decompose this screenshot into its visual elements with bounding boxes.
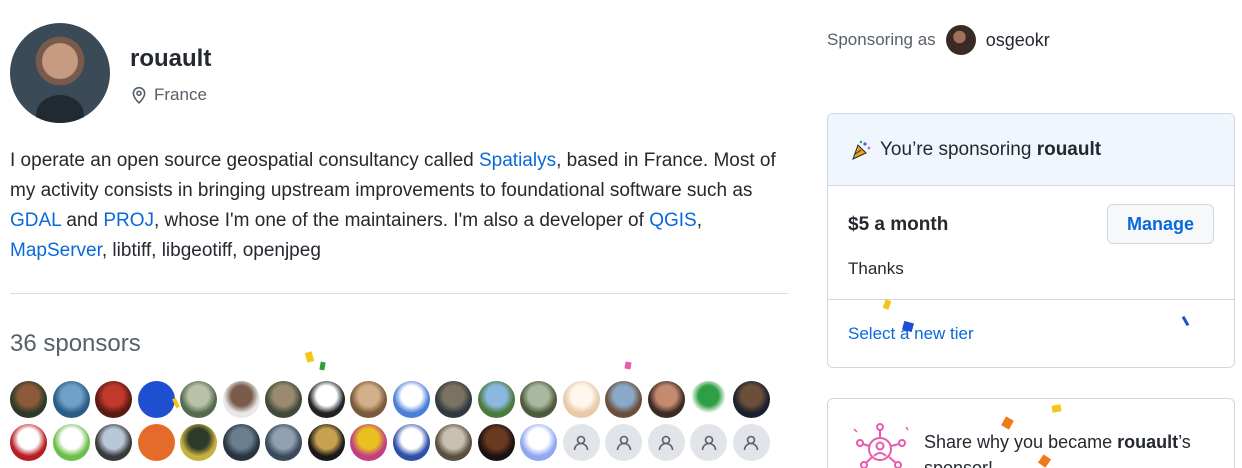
sponsor-avatar[interactable] (647, 381, 685, 418)
sponsor-avatar[interactable] (307, 424, 345, 461)
sponsor-avatar-placeholder[interactable] (605, 424, 642, 461)
sponsor-avatar[interactable] (477, 424, 515, 461)
link-mapserver[interactable]: MapServer (10, 240, 102, 261)
sponsor-avatar[interactable] (477, 381, 515, 418)
sponsor-avatar-placeholder[interactable] (732, 424, 770, 461)
current-sponsorship-card: You’re sponsoring rouault $5 a month Tha… (827, 113, 1235, 368)
tier-note: Thanks (848, 259, 904, 278)
sponsor-avatar[interactable] (435, 424, 472, 461)
sponsor-avatar[interactable] (307, 381, 345, 418)
tier-amount: $5 a month (848, 214, 949, 235)
sponsorship-card-title: You’re sponsoring rouault (880, 139, 1101, 161)
section-divider (10, 293, 788, 294)
sponsor-avatar[interactable] (222, 424, 260, 461)
person-icon (701, 435, 716, 450)
link-proj[interactable]: PROJ (103, 210, 154, 231)
sponsor-avatar[interactable] (137, 381, 175, 418)
sponsorship-card-header: You’re sponsoring rouault (828, 114, 1234, 186)
person-icon (743, 435, 759, 450)
link-qgis[interactable]: QGIS (649, 210, 697, 231)
confetti (624, 361, 632, 370)
sponsored-user: rouault (1036, 138, 1102, 160)
sponsor-avatar[interactable] (222, 381, 260, 418)
bio-text: , libtiff, libgeotiff, openjpeg (101, 240, 321, 261)
sponsor-avatar[interactable] (562, 381, 600, 418)
sponsor-avatar[interactable] (605, 381, 642, 418)
profile-location: France (130, 85, 207, 105)
confetti (319, 361, 326, 371)
sponsor-avatar[interactable] (265, 381, 302, 418)
bio-text: , whose I'm one of the maintainers. I'm … (154, 210, 650, 231)
sponsor-avatar[interactable] (392, 424, 430, 461)
share-prefix: Share why you became (924, 432, 1118, 452)
share-illustration-icon (853, 423, 909, 468)
sponsor-avatar[interactable] (350, 381, 387, 418)
person-icon (616, 435, 631, 450)
sponsor-avatar[interactable] (10, 424, 47, 461)
sponsor-avatar[interactable] (10, 381, 47, 418)
profile-avatar[interactable] (10, 23, 110, 123)
sponsor-avatar[interactable] (95, 381, 132, 418)
sponsor-avatar[interactable] (690, 381, 727, 418)
sponsor-avatar-placeholder[interactable] (562, 424, 600, 461)
sponsor-avatar[interactable] (265, 424, 302, 461)
bio-text: and (61, 210, 104, 231)
sponsoring-as-label: Sponsoring as (827, 30, 936, 49)
sponsor-avatar[interactable] (52, 424, 90, 461)
sponsors-count-heading: 36 sponsors (10, 330, 141, 357)
location-pin-icon (132, 86, 146, 104)
sponsoring-as-avatar[interactable] (945, 25, 976, 55)
person-icon (573, 435, 589, 450)
sponsor-avatar[interactable] (732, 381, 770, 418)
confetti (304, 351, 315, 363)
sponsor-avatar[interactable] (180, 381, 217, 418)
share-prompt: Share why you became rouault’s sponsor! (924, 429, 1214, 468)
profile-bio: I operate an open source geospatial cons… (10, 146, 790, 266)
sponsor-avatar[interactable] (520, 424, 557, 461)
sponsor-avatar[interactable] (137, 424, 175, 461)
manage-button[interactable]: Manage (1107, 204, 1214, 244)
sponsoring-as-username[interactable]: osgeokr (986, 30, 1050, 51)
sponsor-avatar-placeholder[interactable] (647, 424, 685, 461)
bio-text: , (696, 210, 702, 231)
sponsorship-prefix: You’re sponsoring (880, 138, 1037, 160)
sponsor-avatar[interactable] (350, 424, 387, 461)
person-icon (658, 435, 674, 450)
sponsors-avatar-grid (10, 381, 790, 461)
link-spatialys[interactable]: Spatialys (479, 150, 556, 171)
share-user: rouault (1117, 432, 1179, 452)
sponsoring-as: Sponsoring as osgeokr (827, 25, 1050, 55)
profile-username: rouault (130, 45, 212, 72)
sponsor-avatar[interactable] (520, 381, 557, 418)
sponsor-avatar[interactable] (95, 424, 132, 461)
party-popper-icon (852, 140, 871, 160)
bio-text: I operate an open source geospatial cons… (10, 150, 479, 171)
sponsor-avatar[interactable] (435, 381, 472, 418)
location-label: France (154, 85, 207, 104)
sponsor-avatar[interactable] (392, 381, 430, 418)
sponsor-avatar[interactable] (180, 424, 217, 461)
share-card: Share why you became rouault’s sponsor! (827, 398, 1235, 468)
link-gdal[interactable]: GDAL (10, 210, 61, 231)
sponsor-avatar-placeholder[interactable] (690, 424, 727, 461)
sponsor-avatar[interactable] (52, 381, 90, 418)
